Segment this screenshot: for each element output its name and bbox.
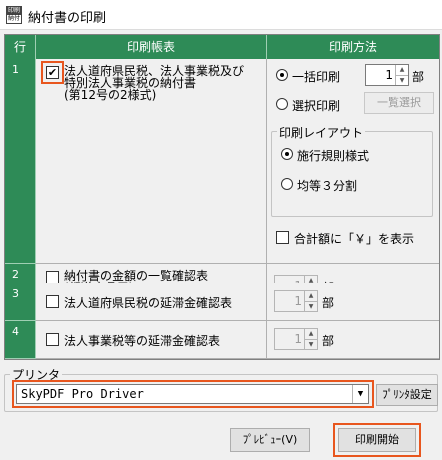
title-bar: 印刷 納付 納付書の印刷 — [0, 0, 442, 30]
table-row: 法人事業税等の延滞金確認表 — [36, 321, 267, 359]
printer-selected-value: SkyPDF Pro Driver — [21, 387, 144, 401]
copies-stepper[interactable]: 1 ▲▼ — [274, 290, 318, 312]
app-icon-line-1: 印刷 — [7, 7, 21, 15]
down-arrow-icon[interactable]: ▼ — [396, 75, 408, 85]
layout-standard-label: 施行規則様式 — [297, 149, 370, 163]
layout-group — [271, 131, 433, 217]
window-title: 納付書の印刷 — [28, 11, 107, 26]
table-row: ✔ 法人道府県民税、法人事業税及び 特別法人事業税の納付書 (第12号の2様式) — [36, 59, 267, 264]
copies-stepper[interactable]: 1 ▲▼ — [365, 64, 409, 86]
row-3-method: 1 ▲ ▼ 部 — [267, 283, 439, 321]
down-arrow-icon[interactable]: ▼ — [305, 339, 317, 349]
row-number: 1 — [5, 59, 36, 264]
row-4-method: 1 ▲ ▼ 部 — [267, 321, 439, 359]
printer-settings-button[interactable]: ﾌﾟﾘﾝﾀ設定 — [376, 384, 438, 406]
copies-value: 1 — [385, 68, 393, 82]
up-arrow-icon[interactable]: ▲ — [305, 291, 317, 301]
app-icon: 印刷 納付 — [6, 6, 22, 24]
layout-split-radio[interactable] — [281, 178, 293, 190]
select-print-radio[interactable] — [276, 98, 288, 110]
header-method: 印刷方法 — [267, 35, 439, 59]
bulk-print-radio[interactable] — [276, 69, 288, 81]
list-select-button[interactable]: 一覧選択 — [364, 92, 434, 114]
row-1-label: 法人道府県民税、法人事業税及び 特別法人事業税の納付書 (第12号の2様式) — [64, 64, 245, 102]
row-1-checkbox[interactable]: ✔ — [46, 66, 59, 79]
row-number: 3 — [5, 283, 36, 321]
header-form: 印刷帳表 — [36, 35, 267, 59]
up-arrow-icon[interactable]: ▲ — [305, 329, 317, 339]
total-yen-checkbox[interactable] — [276, 231, 289, 244]
layout-split-label: 均等３分割 — [297, 179, 358, 193]
copies-unit: 部 — [322, 334, 335, 348]
row-number: 4 — [5, 321, 36, 359]
copies-unit: 部 — [322, 296, 335, 310]
chevron-down-icon[interactable]: ▼ — [352, 385, 368, 403]
print-start-button[interactable]: 印刷開始 — [338, 428, 416, 452]
app-icon-line-2: 納付 — [7, 15, 20, 22]
header-row-number: 行 — [5, 35, 36, 59]
row-4-checkbox[interactable] — [46, 333, 59, 346]
total-yen-label: 合計額に「￥」を表示 — [294, 232, 415, 246]
printer-select[interactable]: SkyPDF Pro Driver ▼ — [16, 384, 369, 404]
printer-group-title: プリンタ — [10, 366, 63, 383]
select-print-label: 選択印刷 — [292, 99, 341, 113]
table-row: 法人道府県民税の延滞金確認表 — [36, 283, 267, 321]
copies-value: 1 — [294, 294, 302, 308]
row-1-method: 一括印刷 1 ▲ ▼ 部 選択印刷 一覧選択 印刷レイアウト 施行規則様式 均等３… — [267, 59, 439, 264]
layout-standard-radio[interactable] — [281, 148, 293, 160]
preview-button[interactable]: ﾌﾟﾚﾋﾞｭｰ(V) — [230, 428, 310, 452]
row-3-checkbox[interactable] — [46, 295, 59, 308]
lower-rows: 3 法人道府県民税の延滞金確認表 1 ▲ ▼ 部 4 法人事業税等の延滞金確認表 … — [5, 283, 439, 359]
copies-unit: 部 — [412, 70, 425, 84]
layout-group-title: 印刷レイアウト — [277, 124, 366, 141]
bulk-print-label: 一括印刷 — [292, 70, 341, 84]
row-3-label: 法人道府県民税の延滞金確認表 — [64, 296, 233, 310]
up-arrow-icon[interactable]: ▲ — [396, 65, 408, 75]
down-arrow-icon[interactable]: ▼ — [305, 301, 317, 311]
row-4-label: 法人事業税等の延滞金確認表 — [64, 334, 221, 348]
copies-value: 1 — [294, 332, 302, 346]
copies-stepper[interactable]: 1 ▲▼ — [274, 328, 318, 350]
